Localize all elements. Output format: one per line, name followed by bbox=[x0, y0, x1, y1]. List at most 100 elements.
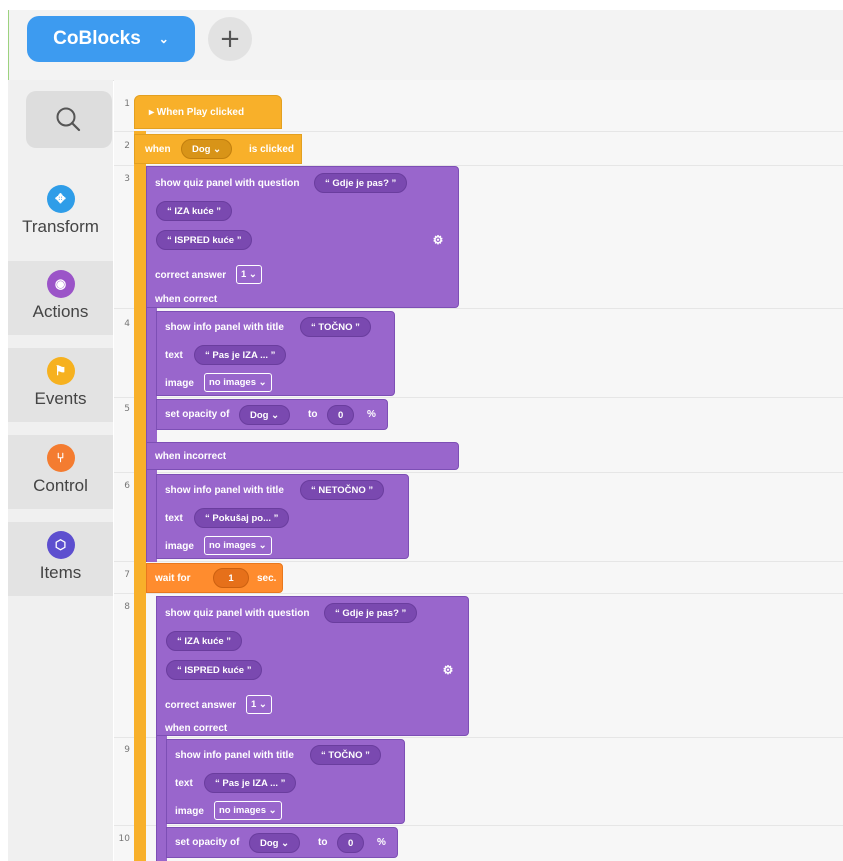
text-input[interactable]: “ Pas je IZA ... ” bbox=[204, 773, 297, 793]
object-dropdown[interactable]: Dog ⌄ bbox=[181, 139, 233, 159]
image-value: no images bbox=[219, 805, 266, 816]
block-label: % bbox=[367, 409, 376, 420]
title-value: TOČNO bbox=[318, 322, 353, 333]
category-actions[interactable]: ◉ Actions bbox=[8, 261, 113, 335]
row-separator bbox=[114, 308, 843, 309]
info-panel-block[interactable]: show info panel with title “ TOČNO ” tex… bbox=[156, 311, 395, 396]
object-dropdown[interactable]: Dog ⌄ bbox=[249, 833, 301, 853]
category-transform[interactable]: ✥ Transform bbox=[8, 176, 113, 250]
info-panel-block[interactable]: show info panel with title “ TOČNO ” tex… bbox=[166, 739, 405, 824]
correct-answer-value: 1 bbox=[241, 269, 247, 280]
add-project-button[interactable]: + bbox=[208, 17, 252, 61]
block-label: correct answer bbox=[165, 700, 237, 711]
answer-value: ISPRED kuće bbox=[174, 235, 235, 246]
wait-value: 1 bbox=[228, 573, 234, 584]
text-input[interactable]: “ Pokušaj po... ” bbox=[194, 508, 290, 528]
fork-arrows-icon: ⑂ bbox=[46, 444, 75, 472]
text-value: Pas je IZA ... bbox=[222, 778, 279, 789]
block-label: ▸ When Play clicked bbox=[149, 107, 245, 118]
quiz-panel-block[interactable]: show quiz panel with question “ Gdje je … bbox=[156, 596, 469, 736]
cube-icon: ⬡ bbox=[46, 531, 75, 559]
wait-block[interactable]: wait for 1 sec. bbox=[146, 563, 283, 593]
question-input[interactable]: “ Gdje je pas? ” bbox=[314, 173, 408, 193]
line-number: 2 bbox=[124, 141, 130, 151]
search-button[interactable] bbox=[26, 91, 112, 148]
category-control[interactable]: ⑂ Control bbox=[8, 435, 113, 509]
category-label: Actions bbox=[32, 302, 89, 321]
category-items[interactable]: ⬡ Items bbox=[8, 522, 113, 596]
quiz-panel-block[interactable]: show quiz panel with question “ Gdje je … bbox=[146, 166, 459, 308]
block-label: is clicked bbox=[249, 144, 295, 155]
block-label: wait for bbox=[155, 573, 191, 584]
block-label: set opacity of bbox=[165, 409, 230, 420]
text-value: Pokušaj po... bbox=[212, 513, 271, 524]
project-selector-button[interactable]: CoBlocks ⌄ bbox=[27, 16, 195, 62]
category-label: Transform bbox=[22, 217, 99, 236]
block-label: show quiz panel with question bbox=[165, 608, 310, 619]
block-label: set opacity of bbox=[175, 837, 240, 848]
text-input[interactable]: “ Pas je IZA ... ” bbox=[194, 345, 287, 365]
when-incorrect-section: when incorrect bbox=[146, 442, 459, 470]
info-panel-block[interactable]: show info panel with title “ NETOČNO ” t… bbox=[156, 474, 409, 559]
block-label: show quiz panel with question bbox=[155, 178, 300, 189]
correct-answer-dropdown[interactable]: 1 ⌄ bbox=[246, 695, 272, 714]
gear-icon[interactable]: ⚙ bbox=[431, 233, 445, 247]
set-opacity-block[interactable]: set opacity of Dog ⌄ to 0 % bbox=[156, 399, 388, 430]
block-label: when correct bbox=[155, 294, 218, 305]
answer-input[interactable]: “ ISPRED kuće ” bbox=[166, 660, 263, 680]
block-label: image bbox=[175, 806, 204, 817]
answer-value: IZA kuće bbox=[184, 636, 224, 647]
answer-input[interactable]: “ ISPRED kuće ” bbox=[156, 230, 253, 250]
block-label: text bbox=[175, 778, 193, 789]
when-play-clicked-block[interactable]: ▸ When Play clicked bbox=[134, 95, 282, 129]
block-label: to bbox=[308, 409, 318, 420]
line-number: 8 bbox=[124, 602, 130, 612]
block-label: when bbox=[145, 144, 171, 155]
line-number: 1 bbox=[124, 99, 130, 109]
block-label: to bbox=[318, 837, 328, 848]
search-icon bbox=[56, 107, 81, 132]
row-separator bbox=[114, 131, 843, 132]
block-label: % bbox=[377, 837, 386, 848]
title-input[interactable]: “ TOČNO ” bbox=[310, 745, 381, 765]
image-dropdown[interactable]: no images ⌄ bbox=[204, 536, 272, 555]
answer-input[interactable]: “ IZA kuće ” bbox=[156, 201, 233, 221]
line-number: 6 bbox=[124, 481, 130, 491]
correct-answer-value: 1 bbox=[251, 699, 257, 710]
block-label: correct answer bbox=[155, 270, 227, 281]
opacity-value-input[interactable]: 0 bbox=[337, 833, 365, 853]
title-input[interactable]: “ NETOČNO ” bbox=[300, 480, 385, 500]
set-opacity-block[interactable]: set opacity of Dog ⌄ to 0 % bbox=[166, 827, 398, 858]
object-dropdown[interactable]: Dog ⌄ bbox=[239, 405, 291, 425]
image-dropdown[interactable]: no images ⌄ bbox=[214, 801, 282, 820]
block-label: when incorrect bbox=[155, 451, 227, 462]
chevron-down-icon: ⌄ bbox=[158, 32, 169, 46]
category-label: Items bbox=[39, 563, 82, 582]
row-separator bbox=[114, 561, 843, 562]
when-object-clicked-block[interactable]: when Dog ⌄ is clicked bbox=[134, 134, 302, 164]
image-dropdown[interactable]: no images ⌄ bbox=[204, 373, 272, 392]
question-input[interactable]: “ Gdje je pas? ” bbox=[324, 603, 418, 623]
title-input[interactable]: “ TOČNO ” bbox=[300, 317, 371, 337]
block-label: show info panel with title bbox=[165, 322, 284, 333]
text-value: Pas je IZA ... bbox=[212, 350, 269, 361]
eye-icon: ◉ bbox=[46, 270, 75, 298]
question-value: Gdje je pas? bbox=[342, 608, 399, 619]
gear-icon[interactable]: ⚙ bbox=[441, 663, 455, 677]
row-separator bbox=[114, 397, 843, 398]
opacity-value-input[interactable]: 0 bbox=[327, 405, 355, 425]
block-label: sec. bbox=[257, 573, 277, 584]
block-label: text bbox=[165, 513, 183, 524]
flag-icon: ⚑ bbox=[46, 357, 75, 385]
title-value: NETOČNO bbox=[318, 485, 366, 496]
row-separator bbox=[114, 825, 843, 826]
answer-input[interactable]: “ IZA kuće ” bbox=[166, 631, 243, 651]
correct-answer-dropdown[interactable]: 1 ⌄ bbox=[236, 265, 262, 284]
line-number: 7 bbox=[124, 570, 130, 580]
block-label: image bbox=[165, 378, 194, 389]
category-events[interactable]: ⚑ Events bbox=[8, 348, 113, 422]
opacity-value: 0 bbox=[348, 838, 354, 849]
project-name: CoBlocks bbox=[53, 28, 141, 49]
wait-value-input[interactable]: 1 bbox=[213, 568, 249, 588]
object-value: Dog bbox=[250, 410, 269, 421]
